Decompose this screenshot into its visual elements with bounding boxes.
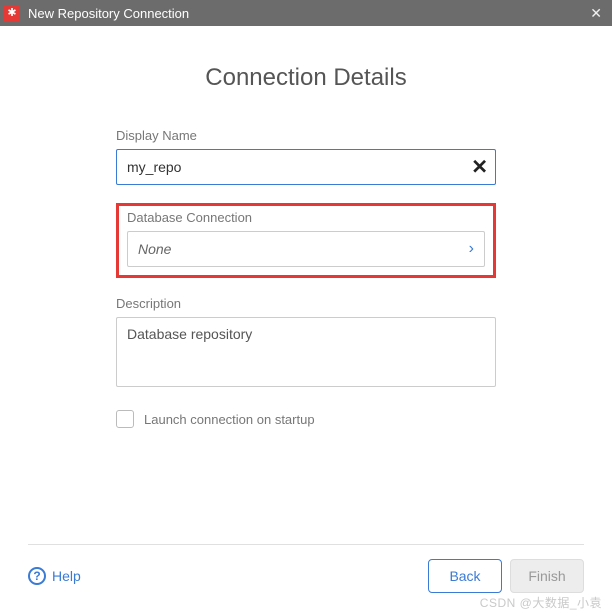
footer: ? Help Back Finish	[0, 544, 612, 593]
window-title: New Repository Connection	[28, 6, 189, 21]
display-name-field-wrap: ✕	[116, 149, 496, 185]
help-link[interactable]: ? Help	[28, 567, 81, 585]
app-icon: ✱	[4, 5, 20, 21]
back-button[interactable]: Back	[428, 559, 502, 593]
db-connection-label: Database Connection	[127, 210, 485, 225]
display-name-label: Display Name	[116, 128, 496, 143]
close-icon[interactable]: ✕	[586, 5, 606, 22]
footer-divider	[28, 544, 584, 545]
watermark: CSDN @大数据_小袁	[480, 594, 602, 611]
launch-startup-row: Launch connection on startup	[116, 410, 496, 428]
db-connection-value: None	[138, 241, 171, 257]
finish-button: Finish	[510, 559, 584, 593]
page-title: Connection Details	[40, 64, 572, 92]
clear-icon[interactable]: ✕	[471, 155, 488, 180]
description-label: Description	[116, 296, 496, 311]
help-label: Help	[52, 568, 81, 584]
help-icon: ?	[28, 567, 46, 585]
launch-startup-label: Launch connection on startup	[144, 412, 315, 427]
description-field-wrap	[116, 317, 496, 392]
footer-row: ? Help Back Finish	[28, 559, 584, 593]
content-area: Connection Details Display Name ✕ Databa…	[0, 26, 612, 428]
db-connection-highlight: Database Connection None ›	[116, 203, 496, 278]
display-name-input[interactable]	[116, 149, 496, 185]
title-bar: ✱ New Repository Connection ✕	[0, 0, 612, 26]
connection-form: Display Name ✕ Database Connection None …	[116, 128, 496, 428]
description-input[interactable]	[116, 317, 496, 387]
launch-startup-checkbox[interactable]	[116, 410, 134, 428]
chevron-right-icon: ›	[469, 240, 474, 258]
db-connection-select[interactable]: None ›	[127, 231, 485, 267]
